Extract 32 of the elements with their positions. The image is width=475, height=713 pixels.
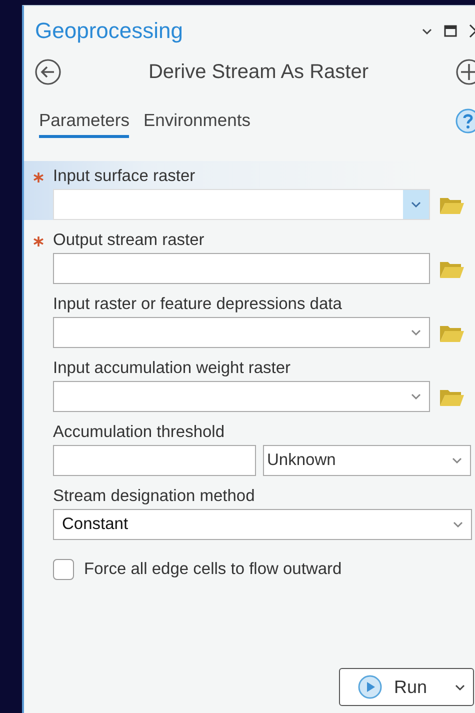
maximize-icon[interactable] (444, 25, 457, 37)
dropdown-icon (411, 201, 421, 208)
input-field[interactable] (53, 445, 256, 476)
dropdown-icon (452, 457, 462, 464)
back-icon[interactable] (34, 58, 62, 86)
dropdown-icon (422, 28, 432, 34)
checkbox-label: Force all edge cells to flow outward (84, 560, 342, 579)
help-icon[interactable] (455, 108, 475, 134)
play-icon (358, 675, 382, 699)
parameter-label: Stream designation method (53, 486, 256, 507)
panel-title: Geoprocessing (35, 18, 183, 44)
dropdown-icon (455, 684, 465, 690)
combo-field[interactable] (53, 189, 430, 220)
dropdown-icon (411, 393, 421, 400)
input-field[interactable] (53, 253, 430, 284)
parameter-label: Input surface raster (53, 166, 196, 187)
parameter-label: Input raster or feature depressions data (53, 294, 343, 315)
combo-field[interactable] (53, 317, 430, 348)
parameter-label: Input accumulation weight raster (53, 358, 292, 379)
parameter-label: Output stream raster (53, 230, 206, 251)
dropdown-icon (453, 521, 463, 528)
unit-dropdown[interactable]: Unknown (263, 445, 471, 476)
parameter-label: Accumulation threshold (53, 422, 226, 443)
method-dropdown[interactable]: Constant (53, 509, 472, 540)
dropdown-icon (411, 329, 421, 336)
combo-field[interactable] (53, 381, 430, 412)
tool-title: Derive Stream As Raster (148, 60, 369, 84)
checkbox[interactable] (53, 559, 74, 580)
add-icon[interactable] (454, 58, 475, 86)
run-button[interactable]: Run (339, 668, 474, 706)
tab[interactable]: Parameters (39, 109, 130, 138)
tab[interactable]: Environments (143, 109, 250, 138)
